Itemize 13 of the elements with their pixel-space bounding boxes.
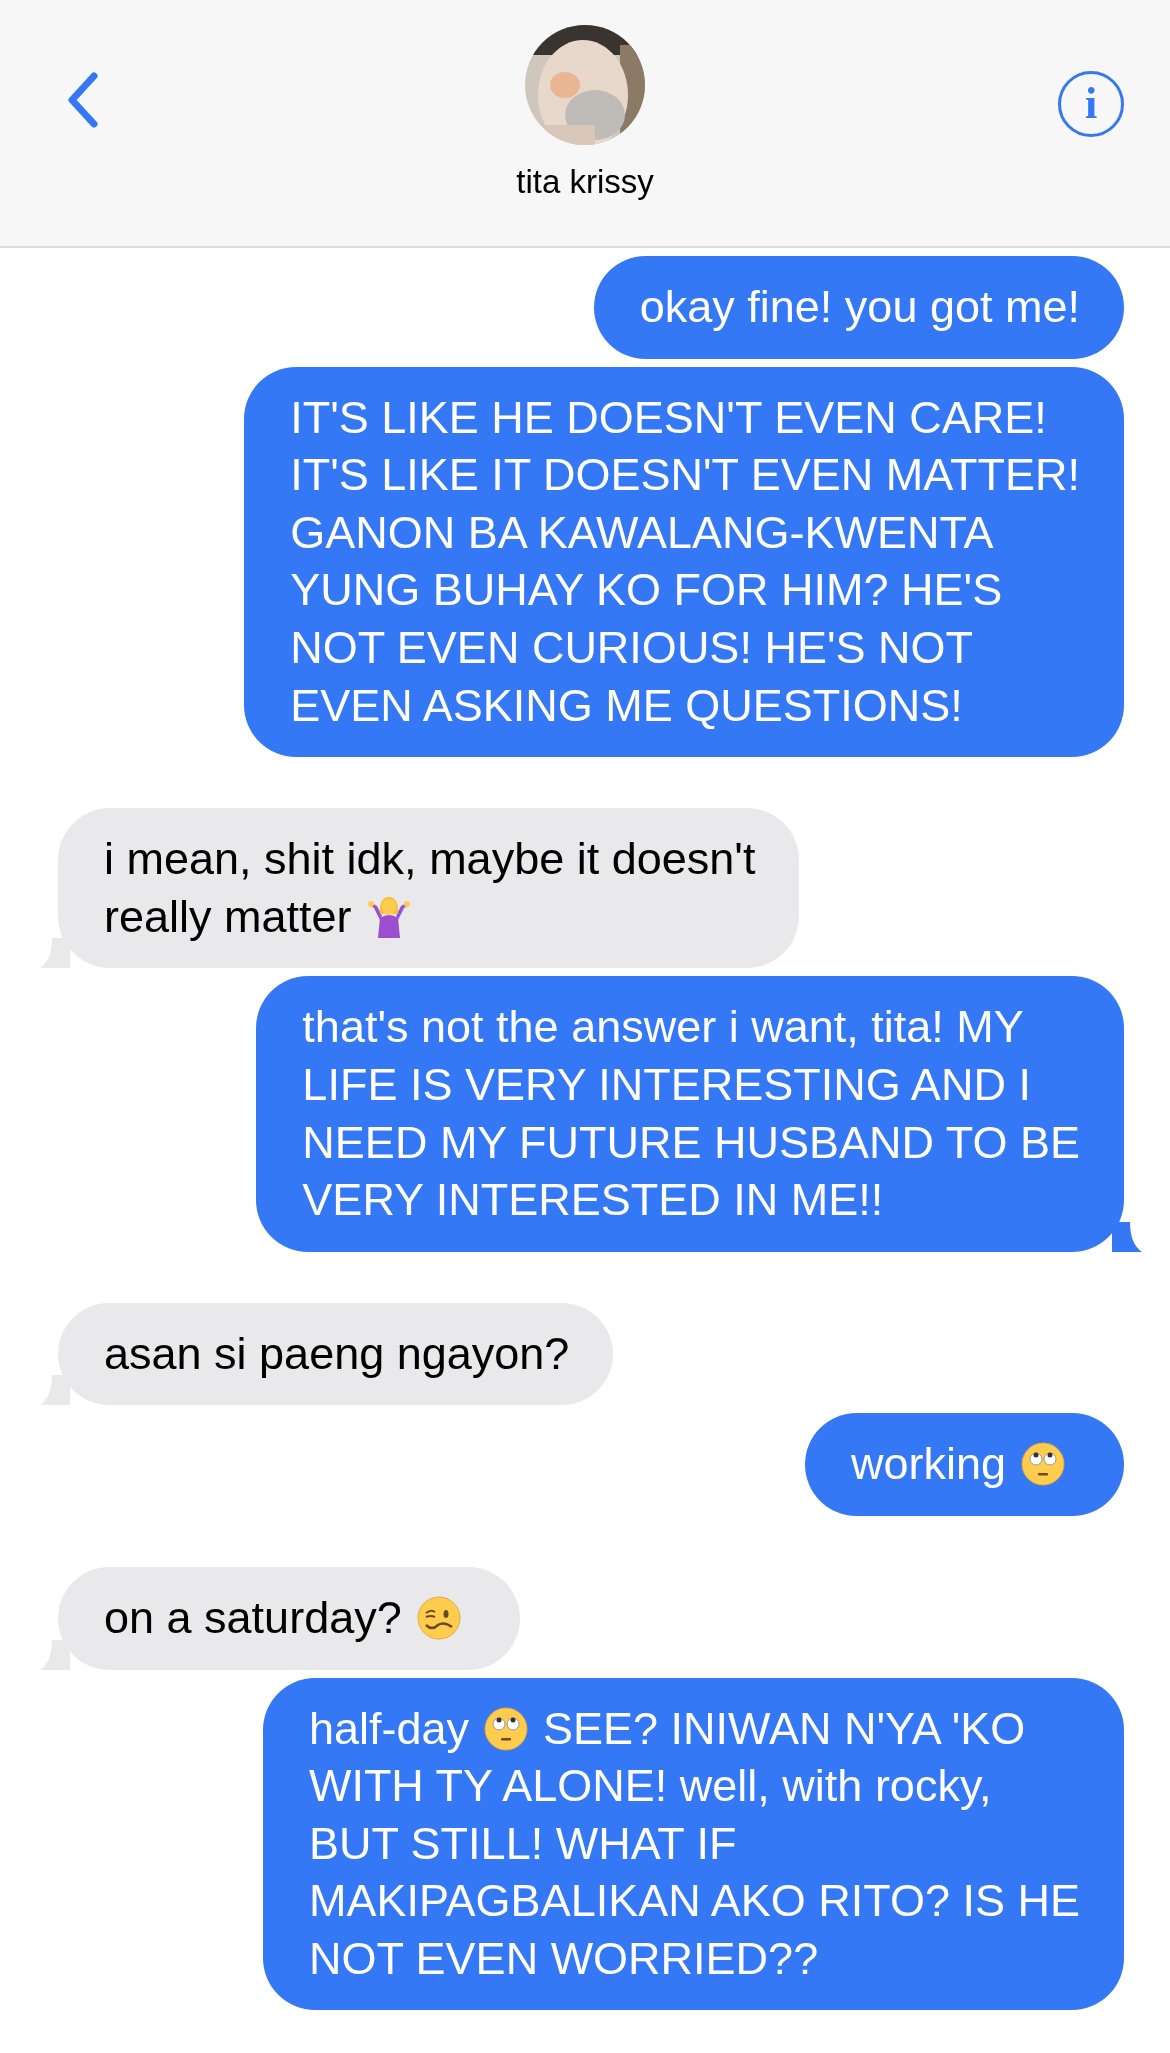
eye-roll-face-icon: [1020, 1441, 1066, 1488]
message-text: on a saturday?: [104, 1588, 476, 1647]
message-text: asan si paeng ngayon?: [104, 1326, 570, 1381]
message-text: that's not the answer i want, tita! MY LIFE IS VERY INTERESTING AND I NEED MY FUTURE HUSBAND TO BE VERY INTERESTED IN ME!!: [302, 1000, 1080, 1228]
contact-name: tita krissy: [516, 163, 654, 201]
message-text: IT'S LIKE HE DOESN'T EVEN CARE! IT'S LIKE IT DOESN'T EVEN MATTER! GANON BA KAWALANG-KWENTA YUNG BUHAY KO FOR HIM? HE'S NOT EVEN CURIOUS! HE'S NOT EVEN ASKING ME QUESTIONS!: [290, 390, 1080, 733]
message-text: half-day SEE? INIWAN N'YA 'KO WITH TY ALONE! well, with rocky, BUT STILL! WHAT IF MAKIPAGBALIKAN AKO RITO? IS HE NOT EVEN WORRIED??: [308, 1701, 1080, 1986]
message-text: working: [850, 1435, 1080, 1493]
woozy-face-icon: [415, 1594, 462, 1641]
message-text: i mean, shit idk, maybe it doesn't really matter: [104, 832, 756, 944]
message-text: okay fine! you got me!: [639, 280, 1080, 334]
info-button[interactable]: i: [1058, 71, 1124, 137]
eye-roll-face-icon: [483, 1705, 529, 1752]
